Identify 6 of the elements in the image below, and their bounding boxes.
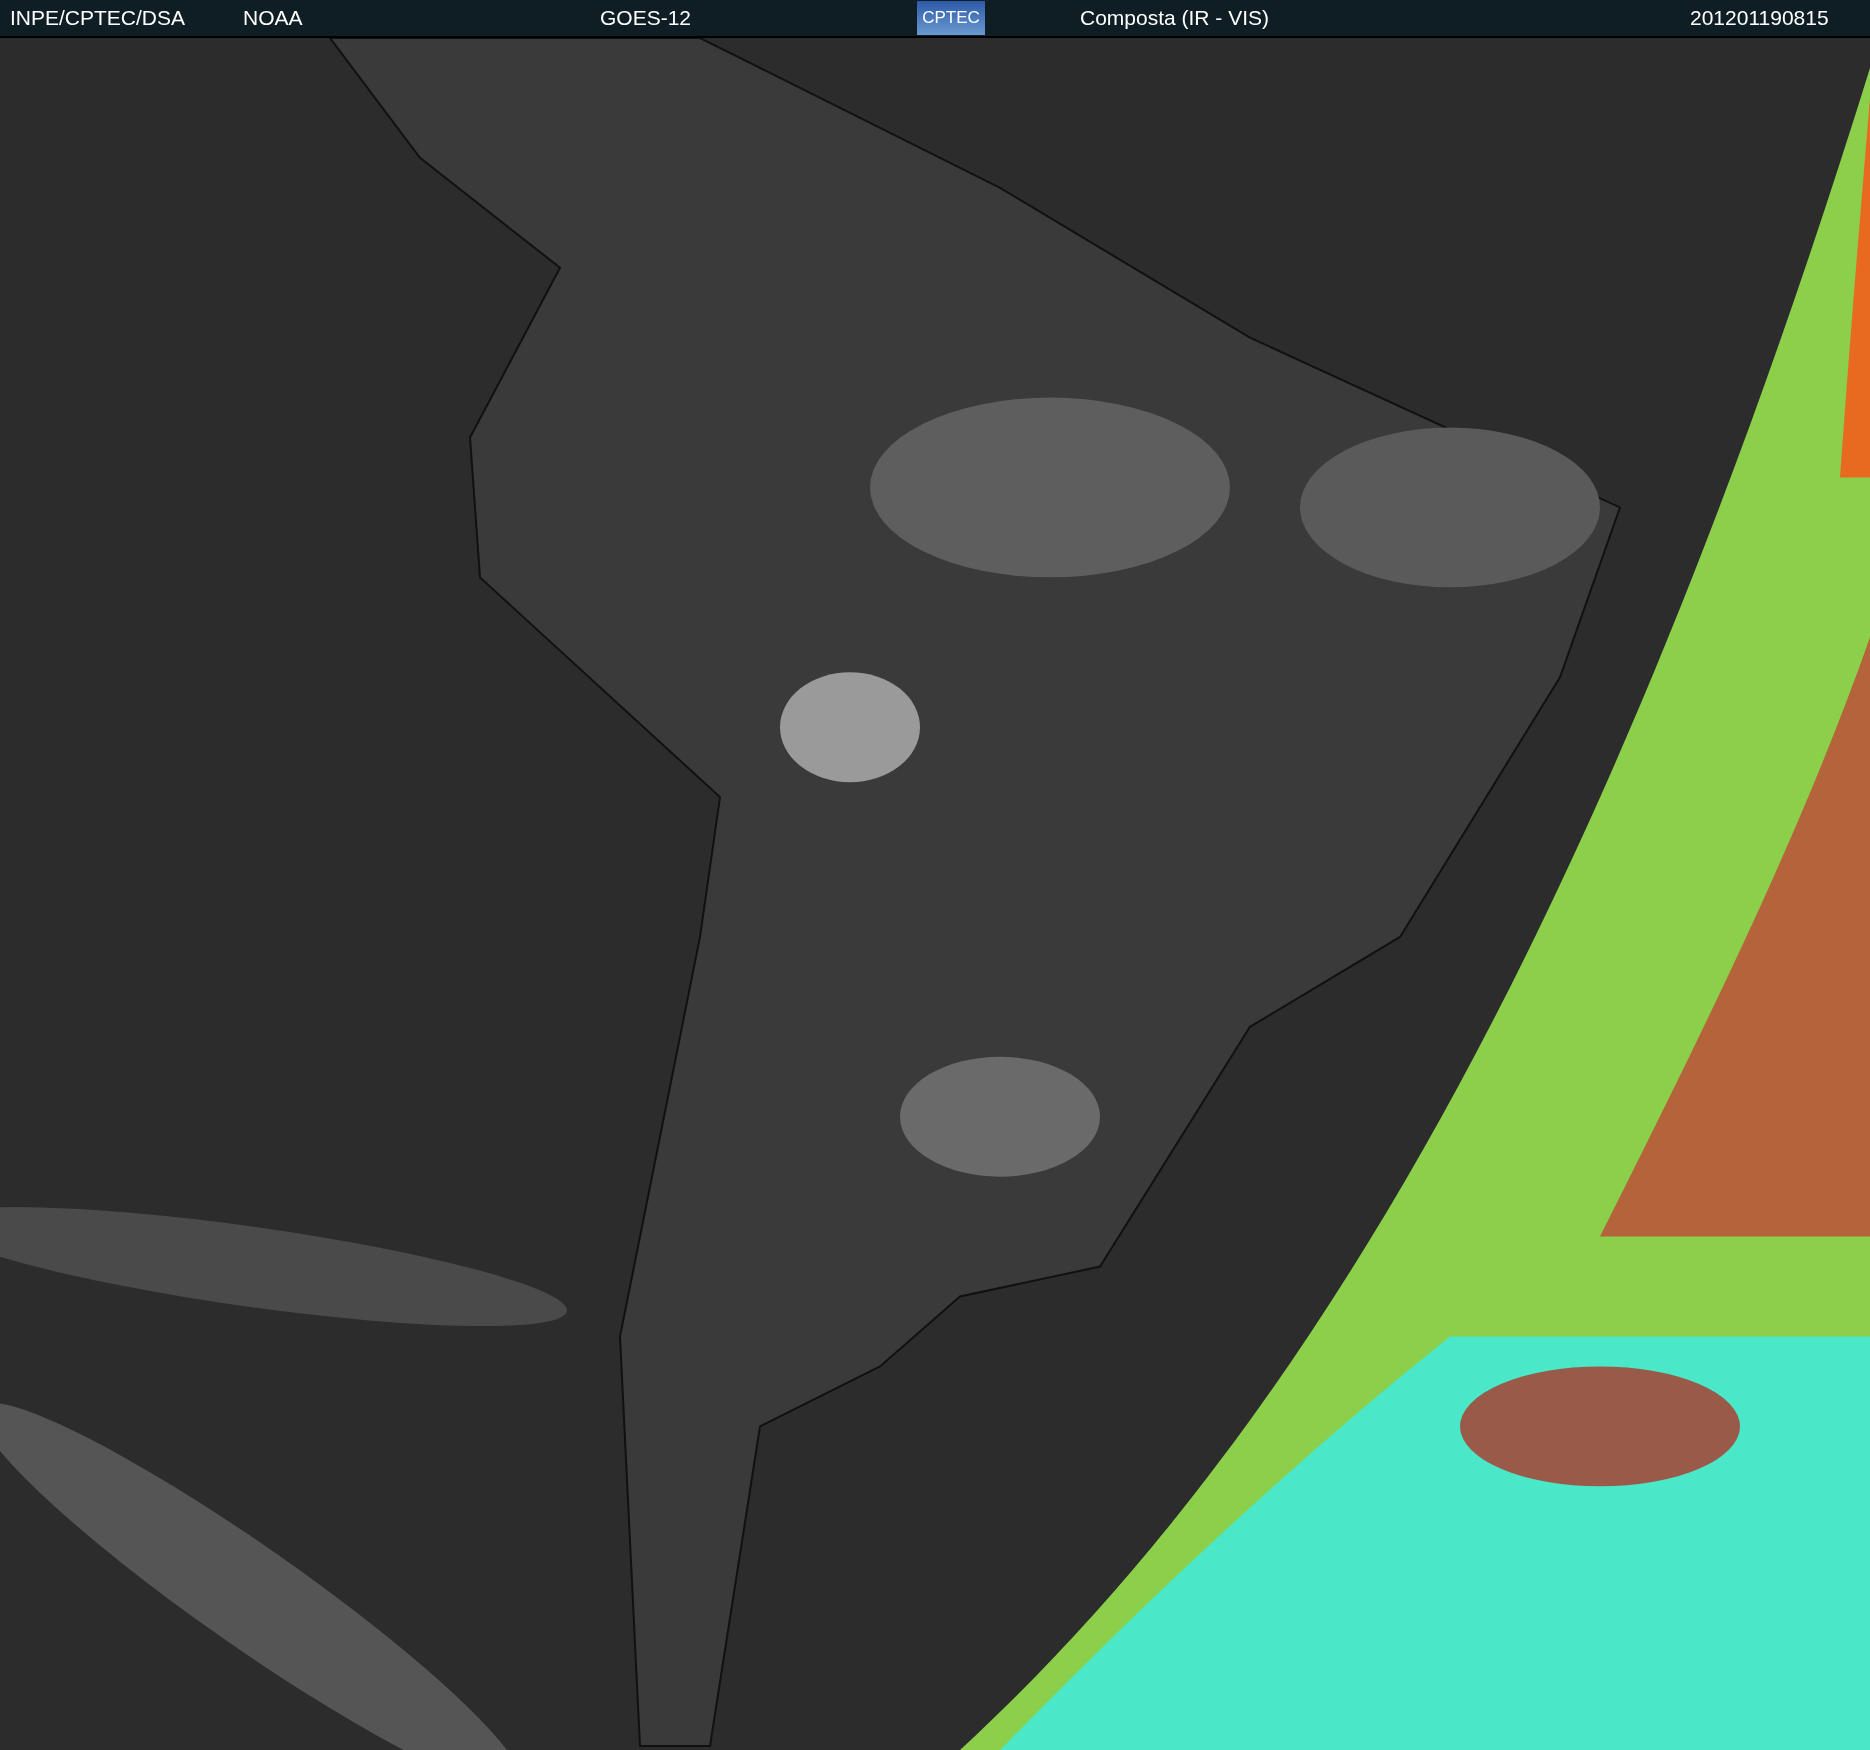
product-label: Composta (IR - VIS) <box>1080 6 1270 30</box>
timestamp-label: 201201190815 <box>1690 6 1829 30</box>
agency-label: NOAA <box>243 6 303 30</box>
source-label: INPE/CPTEC/DSA <box>9 6 186 30</box>
logo: CPTEC <box>917 1 985 35</box>
satellite-label: GOES-12 <box>600 6 692 30</box>
